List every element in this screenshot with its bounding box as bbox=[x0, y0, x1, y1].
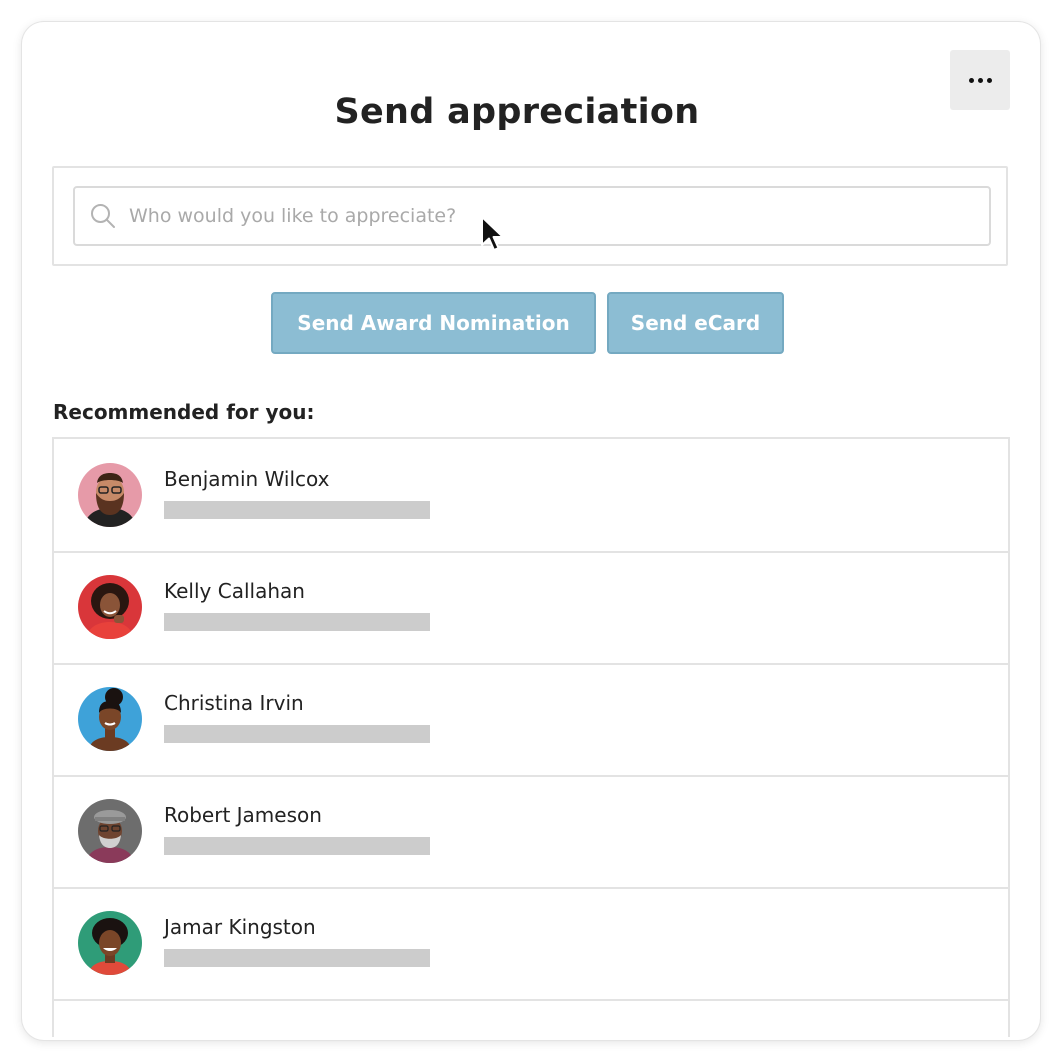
person-name: Kelly Callahan bbox=[164, 579, 305, 603]
send-ecard-button[interactable]: Send eCard bbox=[607, 292, 784, 354]
avatar bbox=[78, 911, 142, 975]
person-name: Benjamin Wilcox bbox=[164, 467, 330, 491]
more-options-button[interactable] bbox=[950, 50, 1010, 110]
avatar bbox=[78, 575, 142, 639]
avatar bbox=[78, 687, 142, 751]
list-item[interactable]: Christina Irvin bbox=[54, 663, 1008, 777]
mouse-pointer-icon bbox=[481, 216, 504, 251]
person-name: Christina Irvin bbox=[164, 691, 304, 715]
page-title: Send appreciation bbox=[334, 92, 700, 132]
avatar bbox=[78, 799, 142, 863]
avatar bbox=[78, 463, 142, 527]
search-box[interactable] bbox=[73, 186, 991, 246]
send-award-nomination-button[interactable]: Send Award Nomination bbox=[271, 292, 596, 354]
person-name: Jamar Kingston bbox=[164, 915, 316, 939]
detail-placeholder-bar bbox=[164, 837, 430, 855]
search-panel bbox=[52, 166, 1008, 266]
detail-placeholder-bar bbox=[164, 725, 430, 743]
recommended-label: Recommended for you: bbox=[53, 400, 315, 424]
detail-placeholder-bar bbox=[164, 949, 430, 967]
person-name: Robert Jameson bbox=[164, 803, 322, 827]
search-icon bbox=[91, 204, 115, 228]
more-horizontal-icon bbox=[968, 77, 992, 83]
recommended-list: Benjamin Wilcox Kelly Callahan Christina… bbox=[52, 437, 1010, 1037]
list-item[interactable]: Jamar Kingston bbox=[54, 887, 1008, 1001]
send-appreciation-card: Send appreciation Send Award Nomination … bbox=[22, 22, 1040, 1040]
detail-placeholder-bar bbox=[164, 613, 430, 631]
list-item[interactable]: Benjamin Wilcox bbox=[54, 439, 1008, 553]
detail-placeholder-bar bbox=[164, 501, 430, 519]
search-input[interactable] bbox=[127, 204, 931, 228]
list-item[interactable]: Robert Jameson bbox=[54, 775, 1008, 889]
list-item[interactable]: Kelly Callahan bbox=[54, 551, 1008, 665]
